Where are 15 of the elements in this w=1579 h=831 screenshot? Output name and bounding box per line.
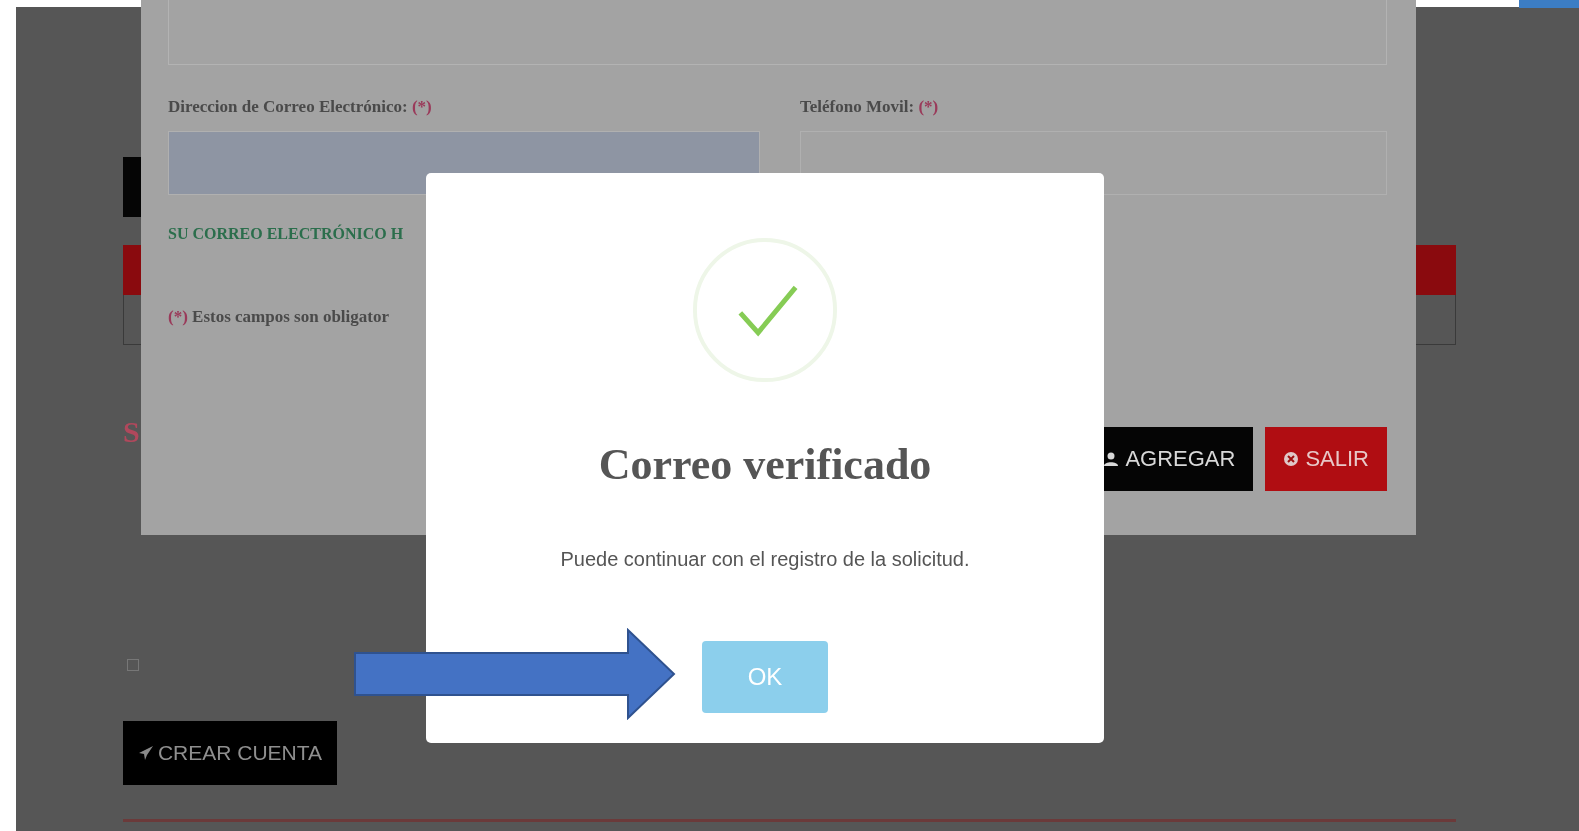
required-note: (*) Estos campos son obligator [168, 307, 389, 327]
page-bar [123, 157, 143, 217]
alert-message: Puede continuar con el registro de la solicitud. [560, 548, 970, 571]
alert-title: Correo verificado [598, 439, 932, 490]
paper-plane-icon [137, 745, 154, 761]
create-account-button[interactable]: CREAR CUENTA [123, 721, 337, 785]
close-icon [1283, 451, 1300, 467]
phone-label: Teléfono Movil: (*) [800, 97, 940, 117]
section-heading: S [123, 415, 140, 449]
exit-button[interactable]: SALIR [1265, 427, 1387, 491]
email-label: Direccion de Correo Electrónico: (*) [168, 97, 433, 117]
email-status-text: SU CORREO ELECTRÓNICO H [168, 225, 404, 243]
success-check-icon [691, 236, 839, 384]
terms-checkbox[interactable] [127, 659, 139, 671]
user-icon [1103, 451, 1120, 467]
